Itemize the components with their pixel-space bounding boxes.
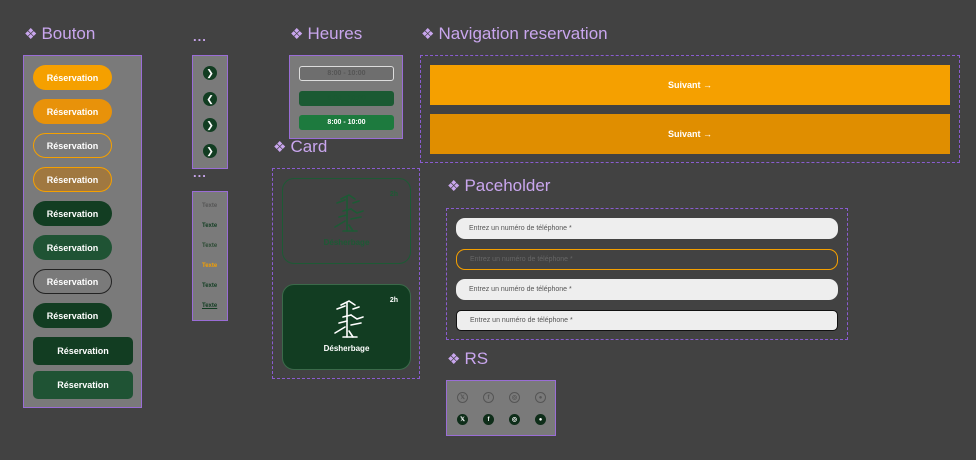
weeding-icon [334, 194, 364, 232]
heures-frame: 8:00 - 10:00 8:00 - 10:00 8:00 - 10:00 [289, 55, 403, 139]
reservation-button[interactable]: Réservation [33, 167, 112, 192]
text-link[interactable]: Texte [202, 283, 217, 289]
arrow-frame: ❯ ❮ ❯ ❯ [192, 55, 228, 169]
component-icon: ❖ [421, 26, 435, 43]
section-dots: ... [193, 29, 207, 44]
service-card[interactable]: 2h Désherbage [282, 178, 411, 264]
hour-slot-selected[interactable]: 8:00 - 10:00 [299, 115, 394, 130]
card-duration: 2h [389, 297, 398, 304]
reservation-button[interactable]: Réservation [33, 99, 112, 124]
hour-slot[interactable]: 8:00 - 10:00 [299, 66, 394, 81]
instagram-icon[interactable]: ◎ [509, 392, 520, 403]
component-icon: ❖ [447, 178, 461, 195]
card-duration: 2h [389, 191, 398, 198]
section-title-placeholder: ❖ Paceholder [447, 176, 551, 195]
service-card-selected[interactable]: 2h Désherbage [282, 284, 411, 370]
chevron-left-icon[interactable]: ❮ [203, 92, 217, 106]
phone-input[interactable]: Entrez un numéro de téléphone * [456, 279, 838, 300]
next-button-hover[interactable]: Suivant → [430, 114, 950, 154]
phone-input-focused[interactable]: Entrez un numéro de téléphone * [456, 249, 838, 270]
chevron-right-icon[interactable]: ❯ [203, 118, 217, 132]
text-link[interactable]: Texte [202, 263, 217, 269]
reservation-button[interactable]: Réservation [33, 235, 112, 260]
section-title-bouton: ❖ Bouton [24, 24, 96, 43]
placeholder-frame: Entrez un numéro de téléphone * Entrez u… [446, 208, 848, 340]
weeding-icon [334, 300, 364, 338]
facebook-icon[interactable]: f [483, 414, 494, 425]
card-label: Désherbage [323, 344, 370, 353]
section-dots: ... [193, 165, 207, 180]
rs-frame: 𝕏 f ◎ ● 𝕏 f ◎ ● [446, 380, 556, 436]
component-icon: ❖ [24, 26, 38, 43]
reservation-button[interactable]: Réservation [33, 269, 112, 294]
text-link[interactable]: Texte [202, 203, 217, 209]
hour-slot[interactable]: 8:00 - 10:00 [299, 91, 394, 106]
text-link[interactable]: Texte [202, 223, 217, 229]
section-title-heures: ❖ Heures [290, 24, 363, 43]
phone-input[interactable]: Entrez un numéro de téléphone * [456, 218, 838, 239]
reservation-button[interactable]: Réservation [33, 337, 133, 365]
card-frame: 2h Désherbage 2h Désherbage [272, 168, 420, 379]
text-link[interactable]: Texte [202, 243, 217, 249]
instagram-icon[interactable]: ◎ [509, 414, 520, 425]
text-link-frame: Texte Texte Texte Texte Texte Texte [192, 191, 228, 321]
card-label: Désherbage [323, 238, 370, 247]
x-icon[interactable]: 𝕏 [457, 392, 468, 403]
phone-input-active[interactable]: Entrez un numéro de téléphone * [456, 310, 838, 331]
next-button[interactable]: Suivant → [430, 65, 950, 105]
section-title-rs: ❖ RS [447, 349, 489, 368]
text-link[interactable]: Texte [202, 303, 217, 309]
facebook-icon[interactable]: f [483, 392, 494, 403]
section-title-card: ❖ Card [273, 137, 328, 156]
reservation-button[interactable]: Réservation [33, 65, 112, 90]
reservation-button[interactable]: Réservation [33, 303, 112, 328]
github-icon[interactable]: ● [535, 392, 546, 403]
component-icon: ❖ [447, 351, 461, 368]
github-icon[interactable]: ● [535, 414, 546, 425]
reservation-button[interactable]: Réservation [33, 133, 112, 158]
component-icon: ❖ [290, 26, 304, 43]
component-icon: ❖ [273, 139, 287, 156]
chevron-right-icon[interactable]: ❯ [203, 144, 217, 158]
section-title-navigation: ❖ Navigation reservation [421, 24, 608, 43]
bouton-frame: Réservation Réservation Réservation Rése… [23, 55, 142, 408]
x-icon[interactable]: 𝕏 [457, 414, 468, 425]
chevron-right-icon[interactable]: ❯ [203, 66, 217, 80]
navigation-frame: Suivant → Suivant → [420, 55, 960, 163]
reservation-button[interactable]: Réservation [33, 201, 112, 226]
reservation-button[interactable]: Réservation [33, 371, 133, 399]
